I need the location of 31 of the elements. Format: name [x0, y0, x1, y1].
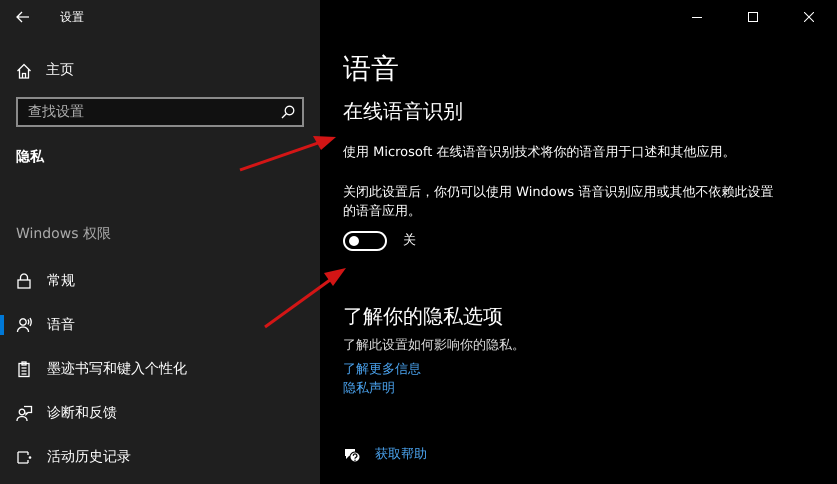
- maximize-icon[interactable]: [748, 12, 758, 22]
- chat-help-icon[interactable]: [343, 446, 361, 463]
- search-icon[interactable]: [281, 105, 295, 119]
- link[interactable]: 了解更多信息: [343, 360, 837, 380]
- section-heading: 在线语音识别: [343, 98, 464, 125]
- sidebar-item[interactable]: 诊断和反馈: [0, 391, 320, 435]
- close-icon[interactable]: [804, 12, 814, 22]
- sidebar-item[interactable]: 活动历史记录: [0, 435, 320, 479]
- note-text: 关闭此设置后，你仍可以使用 Windows 语音识别应用或其他不依赖此设置的语音应用。: [343, 184, 774, 222]
- home-link[interactable]: 主页: [46, 60, 74, 81]
- section-heading: 了解你的隐私选项: [343, 303, 504, 330]
- lock-icon: [16, 272, 33, 290]
- help-link[interactable]: 获取帮助: [375, 444, 427, 464]
- link[interactable]: 隐私声明: [343, 379, 837, 399]
- section-heading: 隐私: [15, 148, 46, 167]
- toggle-label: 关: [403, 232, 416, 250]
- toggle-switch[interactable]: [343, 231, 387, 252]
- person-speaking-icon: [16, 316, 33, 334]
- back-arrow-icon[interactable]: [16, 11, 30, 23]
- description: 使用 Microsoft 在线语音识别技术将你的语音用于口述和其他应用。: [343, 144, 736, 162]
- window-title: 设置: [60, 9, 84, 26]
- person-feedback-icon: [16, 404, 33, 422]
- privacy-text: 了解此设置如何影响你的隐私。: [343, 337, 526, 356]
- sidebar-item[interactable]: 墨迹书写和键入个性化: [0, 347, 320, 391]
- group-heading: Windows 权限: [15, 225, 112, 244]
- page-title: 语音: [343, 52, 400, 86]
- timeline-icon: [16, 448, 33, 466]
- sidebar-item[interactable]: 语音: [0, 303, 320, 347]
- search-field[interactable]: 查找设置: [16, 97, 304, 127]
- home-icon[interactable]: [16, 62, 32, 78]
- sidebar-item[interactable]: 常规: [0, 259, 320, 303]
